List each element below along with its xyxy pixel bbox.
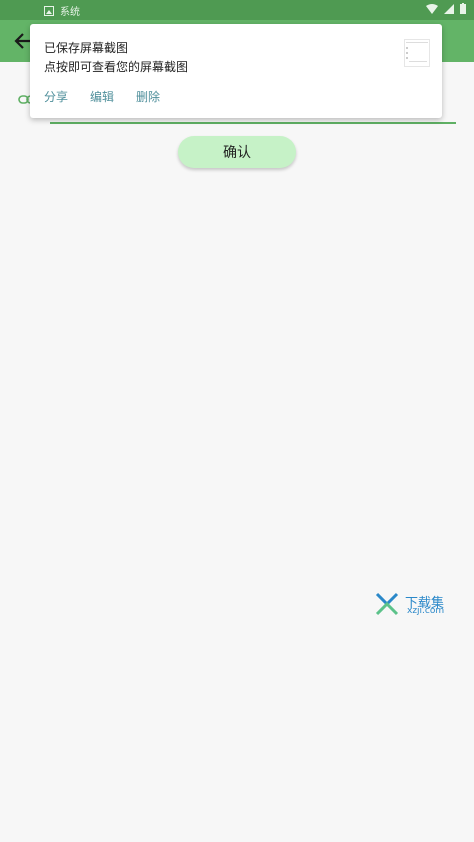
xzji-logo-icon xyxy=(375,592,399,616)
notification-subtitle: 点按即可查看您的屏幕截图 xyxy=(44,60,189,74)
image-notification-icon xyxy=(44,5,54,16)
share-action[interactable]: 分享 xyxy=(44,88,68,105)
edit-action[interactable]: 编辑 xyxy=(90,88,114,105)
screenshot-thumbnail[interactable] xyxy=(404,39,430,67)
signal-icon xyxy=(444,3,454,14)
confirm-button[interactable]: 确认 xyxy=(178,136,296,168)
battery-icon xyxy=(460,3,466,14)
status-bar: 系统 xyxy=(0,0,474,20)
status-app-label: 系统 xyxy=(60,7,80,18)
watermark: 下载集 xzji.com xyxy=(375,592,450,618)
watermark-site: xzji.com xyxy=(407,606,445,616)
input-underline xyxy=(50,122,456,124)
delete-action[interactable]: 删除 xyxy=(136,88,160,105)
wifi-icon xyxy=(426,3,438,14)
notification-title: 已保存屏幕截图 xyxy=(44,41,129,55)
screenshot-notification[interactable]: 已保存屏幕截图 点按即可查看您的屏幕截图 分享 编辑 删除 xyxy=(30,24,442,118)
